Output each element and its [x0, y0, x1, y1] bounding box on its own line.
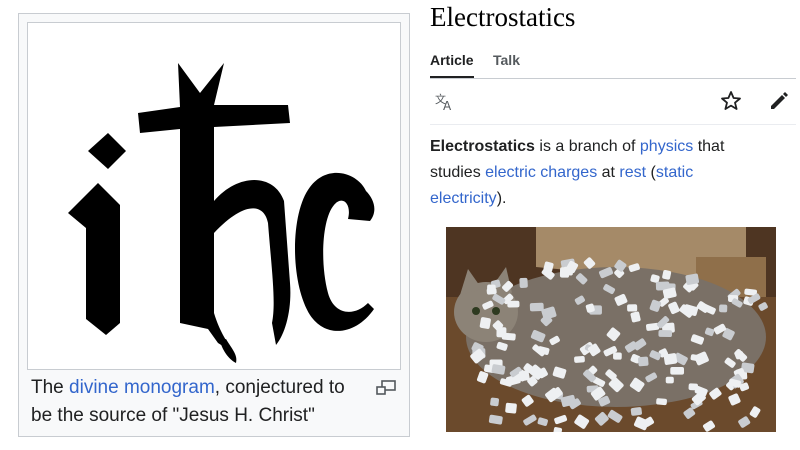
packing-peanut [507, 300, 520, 308]
packing-peanut [719, 304, 728, 313]
cat-photo[interactable] [446, 227, 776, 432]
packing-peanut [479, 317, 491, 329]
physics-link[interactable]: physics [640, 138, 693, 155]
packing-peanut [487, 284, 496, 294]
page-title: Electrostatics [430, 2, 576, 32]
packing-peanut [519, 277, 528, 288]
packing-peanut [663, 353, 678, 365]
tab-article[interactable]: Article [430, 52, 474, 78]
packing-peanut [496, 327, 507, 338]
packing-peanut [490, 397, 500, 407]
packing-peanut [688, 383, 698, 391]
lead-text-3: at [597, 164, 620, 181]
star-icon[interactable] [720, 90, 742, 112]
caption-text-pre: The [31, 377, 70, 398]
article-pane: Electrostatics Article Talk 文 A Electros… [430, 0, 796, 450]
packing-peanut [658, 330, 673, 338]
translate-icon[interactable]: 文 A [434, 90, 456, 112]
lead-text-5: ). [496, 190, 507, 207]
packing-peanut [505, 402, 517, 414]
namespace-tabs: Article Talk [430, 50, 796, 79]
packing-peanut [574, 355, 585, 363]
pencil-icon[interactable] [768, 90, 790, 112]
packing-peanut [529, 302, 544, 312]
monogram-glyphs [68, 63, 375, 363]
packing-peanut [638, 356, 649, 367]
lead-text-1: is a branch of [534, 138, 640, 155]
packing-peanut [656, 398, 667, 406]
monogram-image[interactable] [27, 22, 401, 370]
cat-eye-right [492, 307, 500, 315]
packing-peanut [627, 304, 638, 312]
divine-monogram-link[interactable]: divine monogram [69, 377, 215, 398]
packing-peanut [613, 352, 622, 360]
rest-link[interactable]: rest [619, 164, 646, 181]
ihc-monogram-graphic [68, 63, 375, 363]
electric-charges-link[interactable]: electric charges [485, 164, 597, 181]
cat-eye-left [472, 307, 480, 315]
lead-term: Electrostatics [430, 138, 535, 155]
lead-paragraph: Electrostatics is a branch of physics th… [430, 134, 770, 212]
packing-peanut [670, 366, 685, 375]
packing-peanut [665, 376, 674, 384]
packing-peanut [559, 267, 570, 278]
enlarge-icon[interactable] [375, 380, 397, 396]
thumbnail-card: The divine monogram, conjectured to be t… [18, 13, 410, 437]
svg-text:A: A [443, 99, 452, 112]
tab-talk[interactable]: Talk [493, 52, 520, 68]
page-actions-toolbar: 文 A [430, 78, 796, 125]
packing-peanut [630, 407, 642, 416]
lead-text-4: ( [646, 164, 656, 181]
cat-with-packing-peanuts-image [446, 227, 776, 432]
image-caption: The divine monogram, conjectured to be t… [31, 374, 371, 430]
